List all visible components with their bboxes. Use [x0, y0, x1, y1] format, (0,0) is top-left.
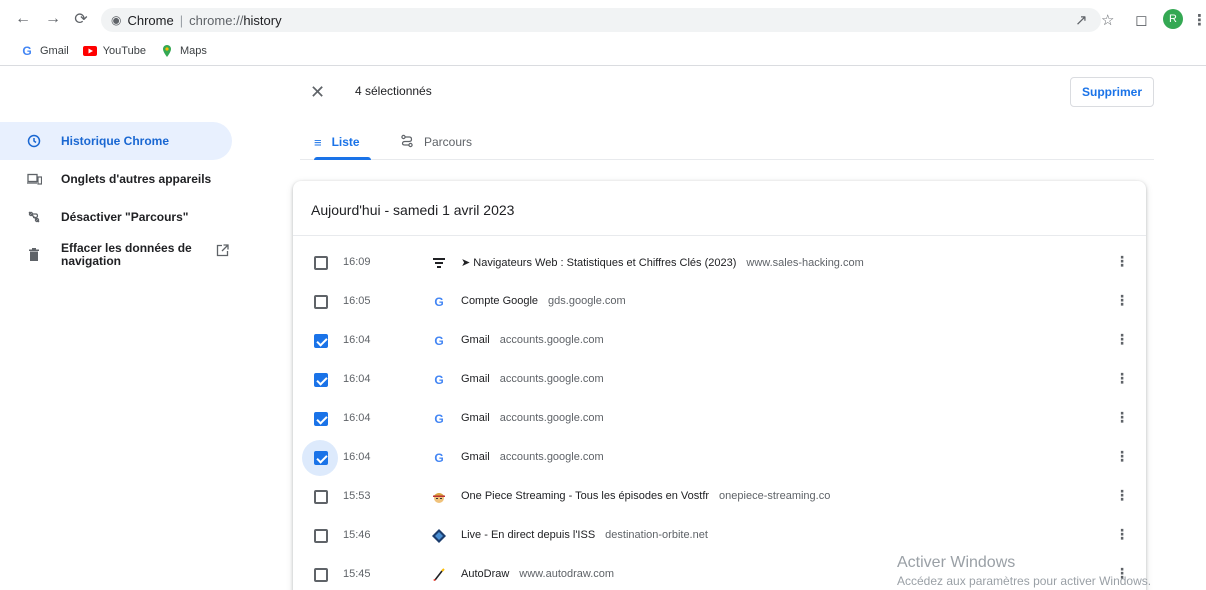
- trash-icon: [26, 247, 42, 263]
- sidebar-item-other-devices[interactable]: Onglets d'autres appareils: [0, 160, 240, 198]
- history-row[interactable]: 16:04 G Gmail accounts.google.com ⋮: [293, 321, 1146, 360]
- active-tab-indicator: [314, 157, 371, 160]
- visit-time: 16:04: [343, 412, 371, 424]
- visit-time: 16:05: [343, 295, 371, 307]
- more-actions-icon[interactable]: ⋮: [1115, 292, 1129, 309]
- list-icon: ≡: [314, 134, 322, 150]
- chrome-logo-icon: ◉: [111, 13, 122, 27]
- google-g-icon: G: [434, 412, 444, 426]
- row-checkbox[interactable]: [314, 451, 328, 465]
- clock-icon: [26, 133, 42, 149]
- sidebar-item-clear-data[interactable]: Effacer les données de navigation: [0, 236, 240, 274]
- external-link-icon: [216, 244, 229, 260]
- more-actions-icon[interactable]: ⋮: [1115, 253, 1129, 270]
- close-selection-icon[interactable]: ✕: [310, 82, 325, 103]
- visit-time: 15:53: [343, 490, 371, 502]
- one-piece-favicon-icon: [431, 489, 447, 505]
- google-g-icon: G: [434, 334, 444, 348]
- more-actions-icon[interactable]: ⋮: [1115, 409, 1129, 426]
- more-actions-icon[interactable]: ⋮: [1115, 331, 1129, 348]
- more-actions-icon[interactable]: ⋮: [1115, 448, 1129, 465]
- google-g-icon: G: [434, 451, 444, 465]
- delete-button[interactable]: Supprimer: [1070, 77, 1154, 107]
- bookmark-youtube[interactable]: YouTube: [82, 44, 146, 58]
- page-entry[interactable]: Gmail accounts.google.com: [461, 451, 604, 463]
- visit-time: 16:09: [343, 256, 371, 268]
- bookmark-star-icon[interactable]: ☆: [1101, 11, 1114, 29]
- autodraw-favicon-icon: [431, 567, 447, 583]
- visit-time: 15:46: [343, 529, 371, 541]
- youtube-icon: [82, 44, 97, 58]
- history-row[interactable]: 16:04 G Gmail accounts.google.com ⋮: [293, 399, 1146, 438]
- card-divider: [293, 235, 1146, 236]
- share-icon[interactable]: ↗: [1075, 11, 1088, 29]
- visit-time: 16:04: [343, 451, 371, 463]
- sales-hacking-favicon-icon: [431, 255, 447, 271]
- sidebar: Historique Chrome Onglets d'autres appar…: [0, 122, 240, 274]
- selection-toolbar: ✕ 4 sélectionnés Supprimer: [0, 66, 1206, 116]
- page-entry[interactable]: Gmail accounts.google.com: [461, 334, 604, 346]
- address-bar[interactable]: ◉ Chrome | chrome://history: [101, 8, 1101, 32]
- more-actions-icon[interactable]: ⋮: [1115, 487, 1129, 504]
- separator: |: [179, 12, 184, 28]
- browser-toolbar: ← → ⟳ ◉ Chrome | chrome://history ↗ ☆ ◻ …: [0, 0, 1206, 38]
- reload-icon[interactable]: ⟳: [72, 10, 90, 28]
- row-checkbox[interactable]: [314, 256, 328, 270]
- bookmark-gmail[interactable]: G Gmail: [20, 44, 68, 58]
- page-entry[interactable]: ➤ Navigateurs Web : Statistiques et Chif…: [461, 256, 864, 269]
- visit-time: 16:04: [343, 334, 371, 346]
- history-row[interactable]: 16:09 ➤ Navigateurs Web : Statistiques e…: [293, 243, 1146, 282]
- google-g-icon: G: [434, 373, 444, 387]
- more-actions-icon[interactable]: ⋮: [1115, 526, 1129, 543]
- bookmarks-bar: G Gmail YouTube Maps: [0, 38, 1206, 64]
- visit-time: 15:45: [343, 568, 371, 580]
- windows-activation-watermark: Activer Windows Accédez aux paramètres p…: [897, 554, 1152, 588]
- row-checkbox[interactable]: [314, 490, 328, 504]
- maps-icon: [160, 44, 174, 58]
- row-checkbox[interactable]: [314, 295, 328, 309]
- sidebar-item-history[interactable]: Historique Chrome: [0, 122, 232, 160]
- destination-orbite-favicon-icon: [431, 528, 447, 544]
- page-entry[interactable]: Compte Google gds.google.com: [461, 295, 626, 307]
- more-actions-icon[interactable]: ⋮: [1115, 370, 1129, 387]
- date-header: Aujourd'hui - samedi 1 avril 2023: [311, 202, 515, 218]
- side-panel-icon[interactable]: ◻: [1135, 11, 1147, 29]
- history-row[interactable]: 16:04 G Gmail accounts.google.com ⋮: [293, 360, 1146, 399]
- page-entry[interactable]: Live - En direct depuis l'ISS destination…: [461, 529, 708, 541]
- history-row[interactable]: 15:46 Live - En direct depuis l'ISS desti…: [293, 516, 1146, 555]
- page-entry[interactable]: Gmail accounts.google.com: [461, 412, 604, 424]
- history-card: Aujourd'hui - samedi 1 avril 2023 16:09 …: [293, 181, 1146, 590]
- devices-icon: [26, 171, 42, 187]
- selection-count: 4 sélectionnés: [355, 84, 432, 98]
- origin-label: Chrome: [127, 12, 174, 28]
- journeys-off-icon: [26, 209, 42, 225]
- back-arrow-icon[interactable]: ←: [14, 10, 32, 28]
- history-row[interactable]: 15:53 One Piece Streaming - Tous les épi…: [293, 477, 1146, 516]
- tab-list[interactable]: ≡ Liste: [314, 124, 360, 160]
- history-row[interactable]: 16:04 G Gmail accounts.google.com ⋮: [293, 438, 1146, 477]
- gmail-g-icon: G: [22, 44, 32, 58]
- sidebar-item-disable-journeys[interactable]: Désactiver "Parcours": [0, 198, 240, 236]
- page-entry[interactable]: Gmail accounts.google.com: [461, 373, 604, 385]
- view-tabs: ≡ Liste Parcours: [300, 124, 1154, 160]
- history-row[interactable]: 16:05 G Compte Google gds.google.com ⋮: [293, 282, 1146, 321]
- google-g-icon: G: [434, 295, 444, 309]
- visit-time: 16:04: [343, 373, 371, 385]
- journeys-icon: [400, 134, 414, 151]
- profile-avatar[interactable]: R: [1163, 9, 1183, 29]
- row-checkbox[interactable]: [314, 412, 328, 426]
- row-checkbox[interactable]: [314, 568, 328, 582]
- forward-arrow-icon[interactable]: →: [44, 10, 62, 28]
- row-checkbox[interactable]: [314, 373, 328, 387]
- page-entry[interactable]: One Piece Streaming - Tous les épisodes …: [461, 490, 830, 502]
- tab-journeys[interactable]: Parcours: [400, 124, 472, 160]
- row-checkbox[interactable]: [314, 529, 328, 543]
- menu-dots-icon[interactable]: ⋮: [1192, 11, 1206, 29]
- page-entry[interactable]: AutoDraw www.autodraw.com: [461, 568, 614, 580]
- row-checkbox[interactable]: [314, 334, 328, 348]
- bookmark-maps[interactable]: Maps: [160, 44, 207, 58]
- url-text: chrome://history: [189, 12, 282, 28]
